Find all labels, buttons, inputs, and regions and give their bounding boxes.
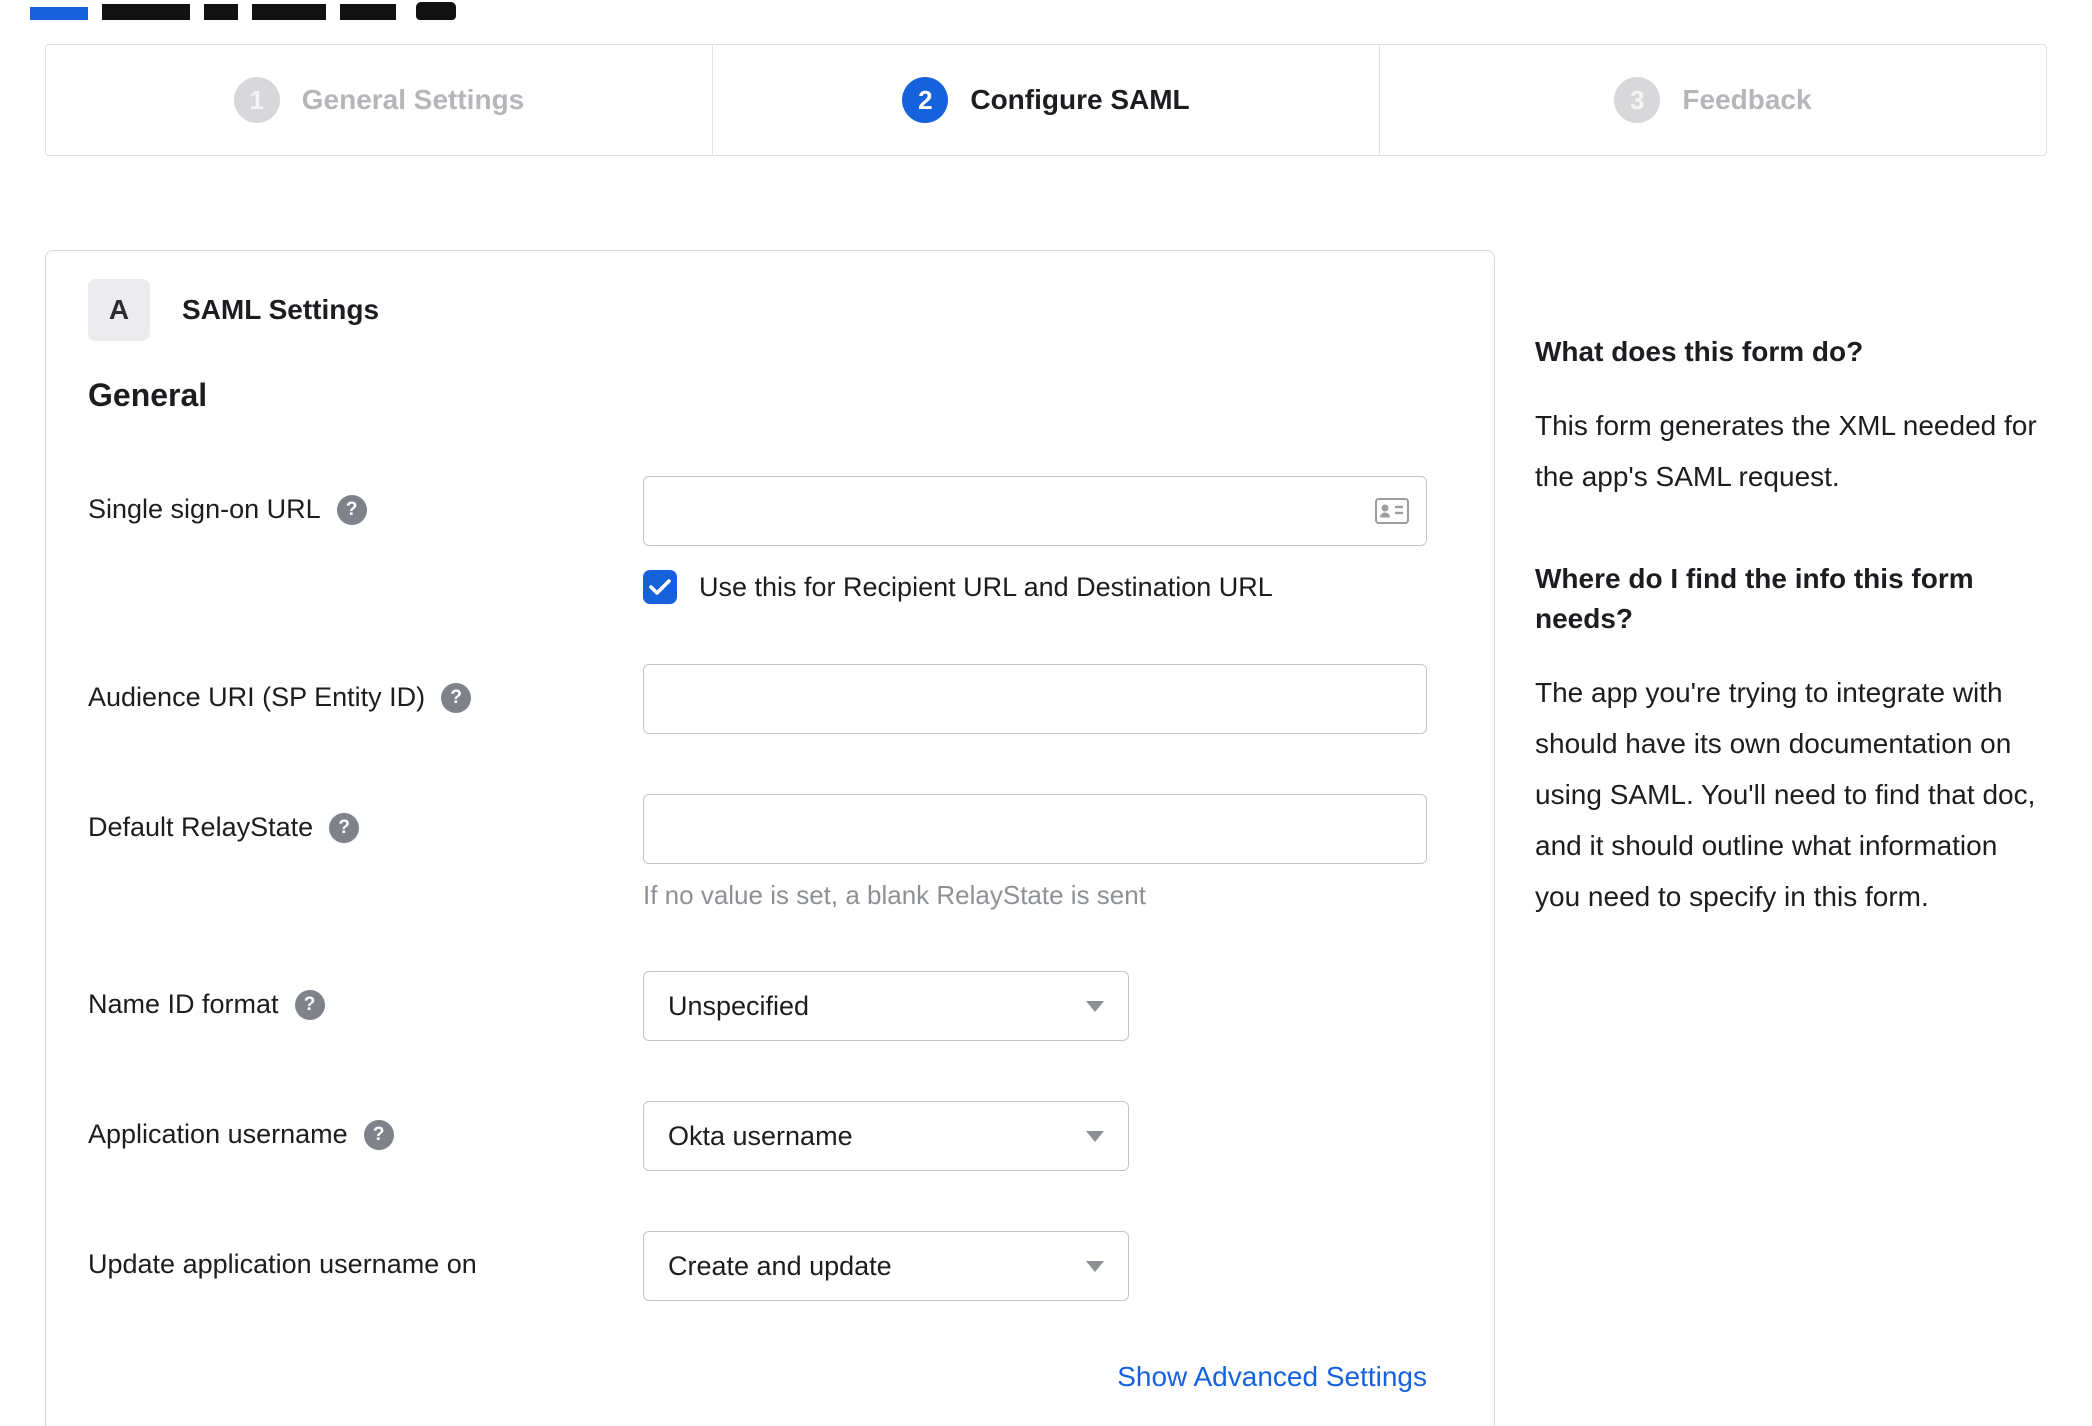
- recipient-url-checkbox-row: Use this for Recipient URL and Destinati…: [643, 570, 1452, 604]
- update-username-label: Update application username on: [88, 1249, 477, 1279]
- update-username-control: Create and update: [643, 1231, 1452, 1301]
- relay-state-hint: If no value is set, a blank RelayState i…: [643, 880, 1146, 910]
- step-label: Feedback: [1682, 84, 1812, 115]
- field-row-update-username: Update application username on Create an…: [88, 1231, 1452, 1301]
- help-icon[interactable]: ?: [441, 682, 472, 713]
- update-username-select[interactable]: Create and update: [643, 1231, 1129, 1301]
- wizard-stepper: 1 General Settings 2 Configure SAML 3 Fe…: [45, 44, 2047, 156]
- help-icon[interactable]: ?: [336, 494, 367, 525]
- field-row-audience-uri: Audience URI (SP Entity ID) ?: [88, 664, 1452, 734]
- help-body-what: This form generates the XML needed for t…: [1535, 409, 2037, 492]
- audience-uri-label-cell: Audience URI (SP Entity ID) ?: [88, 664, 643, 713]
- clipped-page-header: [30, 0, 456, 20]
- relay-state-control: If no value is set, a blank RelayState i…: [643, 794, 1452, 911]
- recipient-url-checkbox[interactable]: [643, 570, 677, 604]
- help-icon[interactable]: ?: [294, 989, 325, 1020]
- clipped-title-fragment: [252, 4, 326, 20]
- sso-url-input-wrap: [643, 476, 1427, 546]
- recipient-url-checkbox-label: Use this for Recipient URL and Destinati…: [699, 571, 1273, 602]
- help-heading-what: What does this form do?: [1535, 336, 1864, 367]
- sso-url-label: Single sign-on URL: [88, 494, 321, 524]
- name-id-format-control: Unspecified: [643, 971, 1452, 1041]
- chevron-down-icon: [1086, 1260, 1104, 1272]
- application-username-control: Okta username: [643, 1101, 1452, 1171]
- application-username-value: Okta username: [668, 1120, 853, 1151]
- clipped-title-fragment: [340, 4, 396, 20]
- panel-header: A SAML Settings: [88, 279, 1452, 341]
- chevron-down-icon: [1086, 1130, 1104, 1142]
- audience-uri-control: [643, 664, 1452, 734]
- help-icon[interactable]: ?: [329, 812, 360, 843]
- clipped-title-fragment: [102, 4, 190, 20]
- step-label: Configure SAML: [970, 84, 1190, 115]
- chevron-down-icon: [1086, 1000, 1104, 1012]
- contact-card-icon: [1375, 498, 1409, 524]
- audience-uri-label: Audience URI (SP Entity ID): [88, 682, 426, 712]
- step-label: General Settings: [301, 84, 525, 115]
- field-row-relay-state: Default RelayState ? If no value is set,…: [88, 794, 1452, 911]
- clipped-title-fragment: [204, 4, 238, 20]
- step-configure-saml[interactable]: 2 Configure SAML: [712, 45, 1379, 155]
- sso-url-label-cell: Single sign-on URL ?: [88, 476, 643, 525]
- update-username-label-cell: Update application username on: [88, 1231, 643, 1280]
- step-number-badge: 3: [1614, 77, 1661, 123]
- name-id-format-value: Unspecified: [668, 990, 810, 1021]
- update-username-value: Create and update: [668, 1250, 892, 1281]
- saml-settings-panel: A SAML Settings General Single sign-on U…: [45, 250, 1495, 1426]
- panel-title: SAML Settings: [182, 294, 380, 325]
- help-body-where: The app you're trying to integrate with …: [1535, 676, 2036, 912]
- field-row-sso-url: Single sign-on URL ? Use this for Recipi…: [88, 476, 1452, 604]
- step-general-settings[interactable]: 1 General Settings: [46, 45, 712, 155]
- clipped-title-fragment: [30, 7, 88, 20]
- general-section-title: General: [88, 377, 208, 413]
- clipped-header-icon: [416, 2, 456, 20]
- step-number-badge: 1: [233, 77, 280, 123]
- sso-url-control: Use this for Recipient URL and Destinati…: [643, 476, 1452, 604]
- page-content: A SAML Settings General Single sign-on U…: [45, 250, 2047, 1426]
- relay-state-input[interactable]: [643, 794, 1427, 864]
- audience-uri-input[interactable]: [643, 664, 1427, 734]
- step-feedback[interactable]: 3 Feedback: [1379, 45, 2046, 155]
- name-id-format-label-cell: Name ID format ?: [88, 971, 643, 1020]
- show-advanced-settings-link[interactable]: Show Advanced Settings: [1117, 1361, 1427, 1393]
- application-username-select[interactable]: Okta username: [643, 1101, 1129, 1171]
- step-number-badge: 2: [902, 77, 949, 123]
- sso-url-input[interactable]: [643, 476, 1427, 546]
- section-a-badge: A: [88, 279, 150, 341]
- help-heading-where: Where do I find the info this form needs…: [1535, 562, 1974, 635]
- application-username-label: Application username: [88, 1119, 348, 1149]
- name-id-format-select[interactable]: Unspecified: [643, 971, 1129, 1041]
- help-icon[interactable]: ?: [363, 1119, 394, 1150]
- relay-state-label-cell: Default RelayState ?: [88, 794, 643, 843]
- relay-state-label: Default RelayState: [88, 812, 314, 842]
- application-username-label-cell: Application username ?: [88, 1101, 643, 1150]
- field-row-name-id-format: Name ID format ? Unspecified: [88, 971, 1452, 1041]
- help-sidebar: What does this form do? This form genera…: [1535, 250, 2047, 1426]
- name-id-format-label: Name ID format: [88, 989, 279, 1019]
- advanced-settings-row: Show Advanced Settings: [88, 1361, 1427, 1393]
- field-row-application-username: Application username ? Okta username: [88, 1101, 1452, 1171]
